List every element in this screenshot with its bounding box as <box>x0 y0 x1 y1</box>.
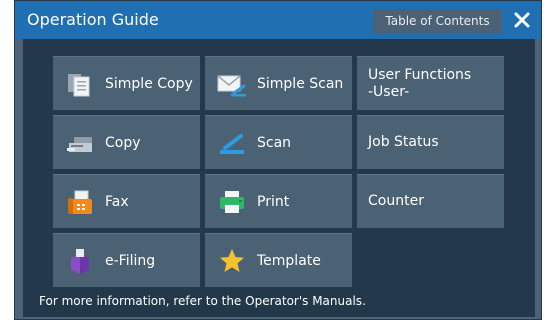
print-icon <box>217 187 247 217</box>
user-functions-tile[interactable]: User Functions -User- <box>357 56 504 110</box>
scan-tile[interactable]: Scan <box>205 115 352 169</box>
job-status-label: Job Status <box>368 134 439 150</box>
counter-tile[interactable]: Counter <box>357 174 504 228</box>
close-icon <box>514 12 530 28</box>
job-status-tile[interactable]: Job Status <box>357 115 504 169</box>
simple-copy-label: Simple Copy <box>105 75 193 92</box>
simple-scan-icon <box>217 69 247 99</box>
e-filing-tile[interactable]: e-Filing <box>53 233 200 287</box>
counter-label: Counter <box>368 193 424 209</box>
template-tile[interactable]: Template <box>205 233 352 287</box>
fax-icon <box>65 187 95 217</box>
template-label: Template <box>257 252 321 269</box>
simple-scan-label: Simple Scan <box>257 75 344 92</box>
print-label: Print <box>257 193 290 210</box>
footer-note: For more information, refer to the Opera… <box>39 294 366 308</box>
simple-copy-tile[interactable]: Simple Copy <box>53 56 200 110</box>
fax-tile[interactable]: Fax <box>53 174 200 228</box>
table-of-contents-button[interactable]: Table of Contents <box>373 9 502 33</box>
header-bar: Operation Guide Table of Contents <box>15 1 541 39</box>
window-title: Operation Guide <box>27 10 159 29</box>
print-tile[interactable]: Print <box>205 174 352 228</box>
e-filing-icon <box>65 246 95 276</box>
operation-guide-window: Operation Guide Table of Contents Simple… <box>14 0 542 320</box>
close-button[interactable] <box>509 7 535 33</box>
simple-copy-icon <box>65 69 95 99</box>
scan-icon <box>217 128 247 158</box>
copy-tile[interactable]: Copy <box>53 115 200 169</box>
scan-label: Scan <box>257 134 292 151</box>
copy-icon <box>65 128 95 158</box>
function-panel: Simple Copy Simple Scan User Functions -… <box>23 39 535 317</box>
template-star-icon <box>217 246 247 276</box>
simple-scan-tile[interactable]: Simple Scan <box>205 56 352 110</box>
fax-label: Fax <box>105 193 129 210</box>
copy-label: Copy <box>105 134 141 151</box>
user-functions-label: User Functions -User- <box>368 66 472 100</box>
e-filing-label: e-Filing <box>105 252 156 269</box>
